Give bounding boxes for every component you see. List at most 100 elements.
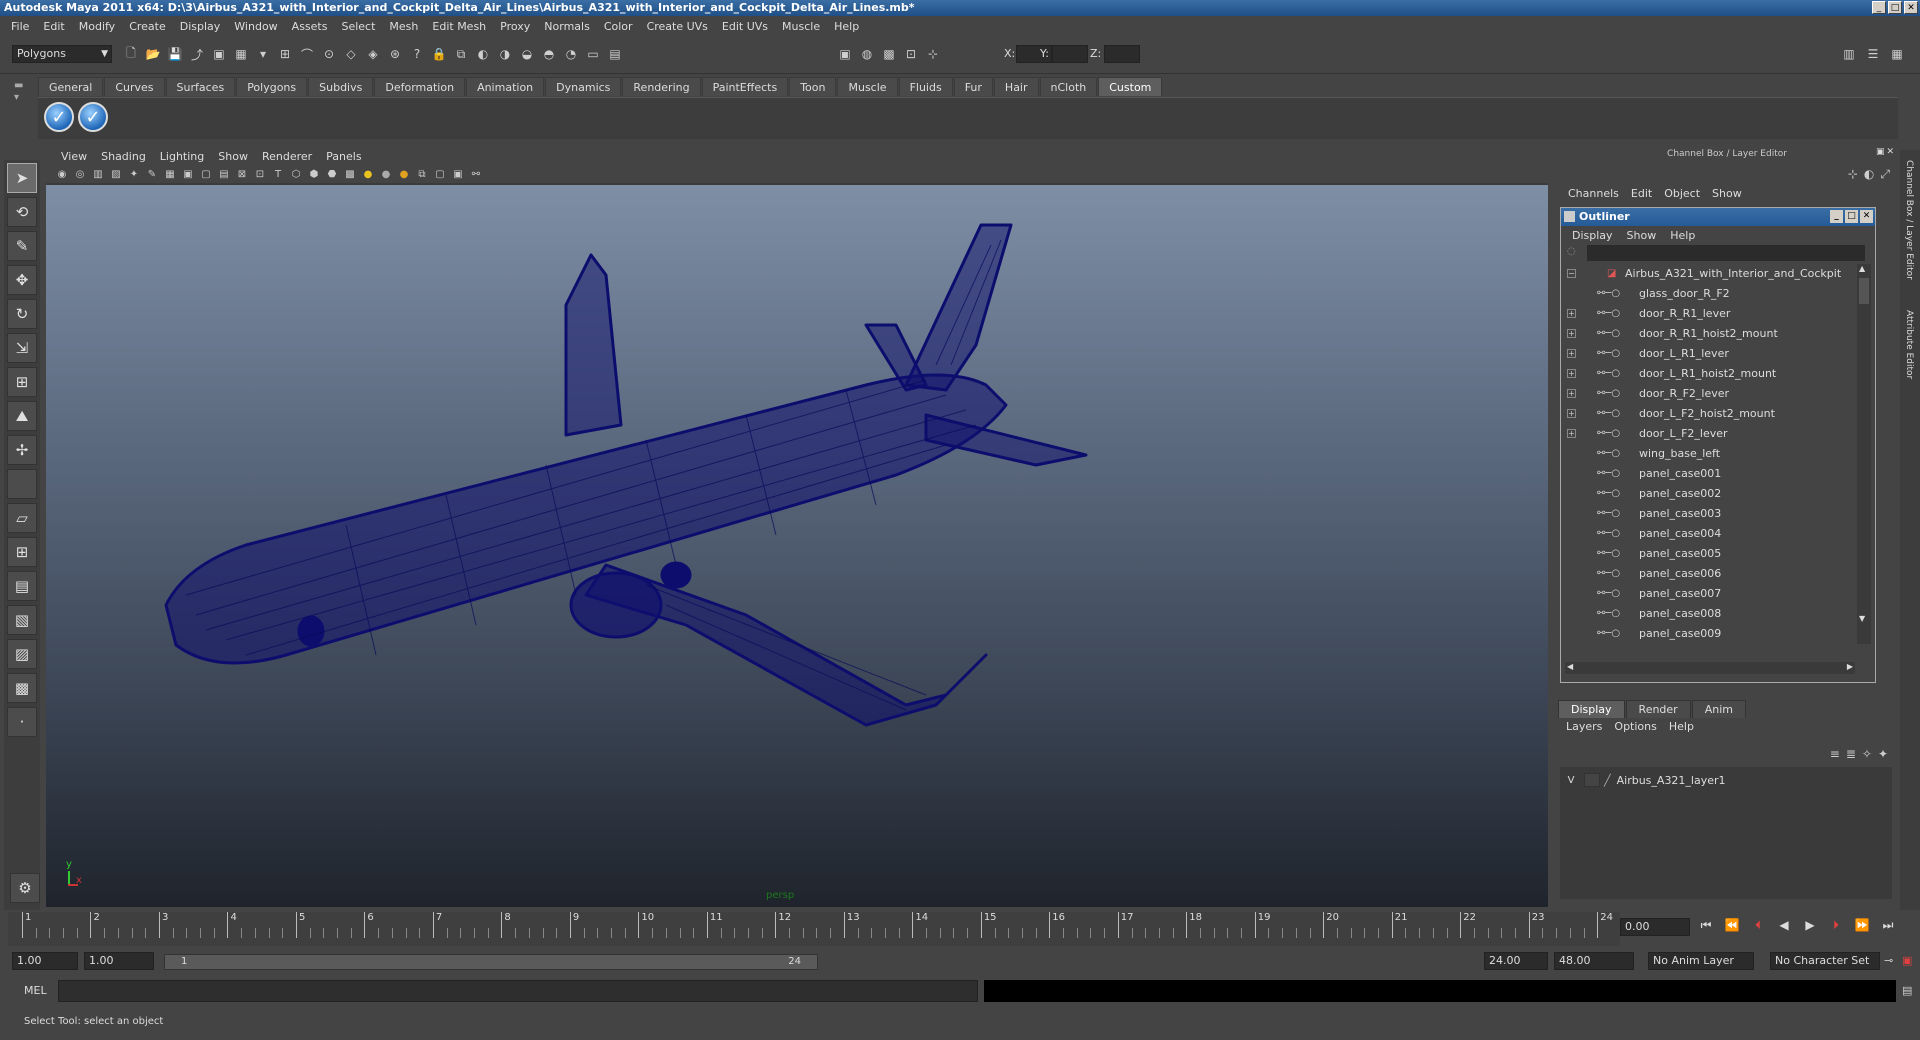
snap-plane-icon[interactable]: ◇ xyxy=(342,45,360,63)
menu-file[interactable]: File xyxy=(4,20,36,33)
bookmark-icon[interactable]: ▥ xyxy=(90,167,106,181)
shelf-menu-handle[interactable]: ▬ ▾ xyxy=(14,80,34,138)
outliner-item[interactable]: + ⚯─○ door_R_R1_hoist2_mount xyxy=(1563,324,1855,344)
channel-pick-icon[interactable]: ⤢ xyxy=(1880,167,1890,182)
snap-surface-icon[interactable]: ◈ xyxy=(364,45,382,63)
viewport-menu-lighting[interactable]: Lighting xyxy=(153,150,211,163)
outliner-maximize-button[interactable]: □ xyxy=(1845,210,1858,223)
film-gate-icon[interactable]: ▣ xyxy=(180,167,196,181)
perspective-viewport[interactable]: y x persp xyxy=(46,185,1548,907)
selection-mask-icon[interactable]: ▾ xyxy=(254,45,272,63)
playback-end-field[interactable]: 24.00 xyxy=(1484,952,1548,970)
outliner-item[interactable]: + ⚯─○ door_L_F2_lever xyxy=(1563,424,1855,444)
make-live-icon[interactable]: ⊛ xyxy=(386,45,404,63)
expand-icon[interactable]: + xyxy=(1567,329,1576,338)
expand-icon[interactable]: + xyxy=(1567,389,1576,398)
step-back-key-icon[interactable]: ⏪ xyxy=(1722,918,1742,936)
resolution-gate-icon[interactable]: ▢ xyxy=(198,167,214,181)
viewport-menu-panels[interactable]: Panels xyxy=(319,150,368,163)
render-settings-icon[interactable]: ◒ xyxy=(518,45,536,63)
go-to-end-icon[interactable]: ⏭ xyxy=(1878,918,1898,936)
use-all-lights-icon[interactable]: ● xyxy=(360,167,376,181)
camera-attributes-icon[interactable]: ◎ xyxy=(72,167,88,181)
smooth-shade-icon[interactable]: ⬢ xyxy=(306,167,322,181)
channel-box-icon[interactable]: ⊹ xyxy=(1848,167,1858,182)
outliner-item[interactable]: ⚯─○ panel_case008 xyxy=(1563,604,1855,624)
select-camera-icon[interactable]: ◉ xyxy=(54,167,70,181)
close-button[interactable]: ✕ xyxy=(1904,1,1918,14)
layer-tab-render[interactable]: Render xyxy=(1625,700,1691,718)
shelf-tab-polygons[interactable]: Polygons xyxy=(236,77,308,96)
anim-prefs-icon[interactable]: ▣ xyxy=(1902,954,1912,967)
two-d-pan-icon[interactable]: ✦ xyxy=(126,167,142,181)
maximize-button[interactable]: □ xyxy=(1888,1,1902,14)
viewport-menu-shading[interactable]: Shading xyxy=(94,150,153,163)
anim-layer-dropdown[interactable]: No Anim Layer xyxy=(1648,952,1754,970)
move-layer-up-icon[interactable]: ≡ xyxy=(1830,747,1840,761)
universal-manipulator-icon[interactable]: ⊞ xyxy=(7,367,37,397)
step-back-frame-icon[interactable]: ⏴ xyxy=(1748,918,1768,936)
layout-more-icon[interactable]: · xyxy=(7,707,37,737)
render-region-icon[interactable]: ▩ xyxy=(880,45,898,63)
range-slider[interactable]: 1 24 xyxy=(164,954,818,970)
shelf-tab-curves[interactable]: Curves xyxy=(104,77,165,96)
paint-select-tool-icon[interactable]: ✎ xyxy=(7,231,37,261)
persp-graph-layout-icon[interactable]: ▩ xyxy=(7,673,37,703)
gate-mask-icon[interactable]: ▤ xyxy=(216,167,232,181)
restore-panel-icon[interactable]: ▣ xyxy=(1876,147,1885,157)
layer-tab-display[interactable]: Display xyxy=(1558,700,1625,718)
play-backwards-icon[interactable]: ◀ xyxy=(1774,918,1794,936)
menu-display[interactable]: Display xyxy=(173,20,228,33)
render-icon[interactable]: ◐ xyxy=(474,45,492,63)
channel-menu-edit[interactable]: Edit xyxy=(1625,187,1658,203)
time-slider[interactable]: 1 2 3 4 5 6 7 8 9 10 11 12 13 14 15 16 17 18 19 20 21 22 23 24 xyxy=(8,912,1620,946)
outliner-item[interactable]: ⚯─○ wing_base_left xyxy=(1563,444,1855,464)
show-manipulator-icon[interactable]: ✢ xyxy=(7,435,37,465)
hardware-texturing-icon[interactable]: ● xyxy=(396,167,412,181)
outliner-horizontal-scrollbar[interactable]: ◀ ▶ xyxy=(1565,662,1855,674)
four-pane-layout-icon[interactable]: ⊞ xyxy=(7,537,37,567)
outliner-item[interactable]: + ⚯─○ door_R_F2_lever xyxy=(1563,384,1855,404)
menu-help[interactable]: Help xyxy=(827,20,866,33)
layer-menu-layers[interactable]: Layers xyxy=(1560,720,1608,733)
shelf-tab-deformation[interactable]: Deformation xyxy=(374,77,466,96)
outliner-item[interactable]: ⚯─○ panel_case007 xyxy=(1563,584,1855,604)
snap-point-icon[interactable]: ⊙ xyxy=(320,45,338,63)
channel-box-toggle-icon[interactable]: ▦ xyxy=(1888,45,1906,63)
step-forward-key-icon[interactable]: ⏩ xyxy=(1852,918,1872,936)
expand-icon[interactable]: + xyxy=(1567,429,1576,438)
current-time-field[interactable]: 0.00 xyxy=(1620,918,1690,936)
viewport-menu-show[interactable]: Show xyxy=(211,150,255,163)
lasso-tool-icon[interactable]: ⟲ xyxy=(7,197,37,227)
layer-menu-options[interactable]: Options xyxy=(1608,720,1662,733)
safe-title-icon[interactable]: T xyxy=(270,167,286,181)
shelf-tab-painteffects[interactable]: PaintEffects xyxy=(701,77,789,96)
close-panel-icon[interactable]: ✕ xyxy=(1886,147,1894,157)
menu-normals[interactable]: Normals xyxy=(537,20,597,33)
grid-icon[interactable]: ▦ xyxy=(162,167,178,181)
shelf-tab-animation[interactable]: Animation xyxy=(466,77,545,96)
tool-settings-toggle-icon[interactable]: ☰ xyxy=(1864,45,1882,63)
menu-edit[interactable]: Edit xyxy=(36,20,71,33)
shelf-checkmark-icon-2[interactable]: ✓ xyxy=(78,102,108,132)
shelf-tab-ncloth[interactable]: nCloth xyxy=(1039,77,1098,96)
input-line-icon[interactable]: ▭ xyxy=(584,45,602,63)
shelf-tab-fluids[interactable]: Fluids xyxy=(898,77,953,96)
menu-create[interactable]: Create xyxy=(122,20,173,33)
channel-menu-show[interactable]: Show xyxy=(1706,187,1748,203)
menu-mesh[interactable]: Mesh xyxy=(382,20,425,33)
shadows-icon[interactable]: ● xyxy=(378,167,394,181)
rotate-tool-icon[interactable]: ↻ xyxy=(7,299,37,329)
outliner-close-button[interactable]: ✕ xyxy=(1860,210,1873,223)
layer-row[interactable]: V ╱ Airbus_A321_layer1 xyxy=(1562,771,1890,789)
script-editor-icon[interactable]: ▤ xyxy=(1902,984,1912,997)
step-forward-frame-icon[interactable]: ⏵ xyxy=(1826,918,1846,936)
save-scene-icon[interactable]: 💾 xyxy=(166,45,184,63)
outliner-item[interactable]: ⚯─○ panel_case003 xyxy=(1563,504,1855,524)
xray-joints-icon[interactable]: ▣ xyxy=(450,167,466,181)
outliner-item[interactable]: + ⚯─○ door_L_R1_hoist2_mount xyxy=(1563,364,1855,384)
outliner-persp-layout-icon[interactable]: ▤ xyxy=(7,571,37,601)
layer-menu-help[interactable]: Help xyxy=(1663,720,1700,733)
outliner-item[interactable]: ⚯─○ panel_case005 xyxy=(1563,544,1855,564)
minimize-button[interactable]: _ xyxy=(1872,1,1886,14)
